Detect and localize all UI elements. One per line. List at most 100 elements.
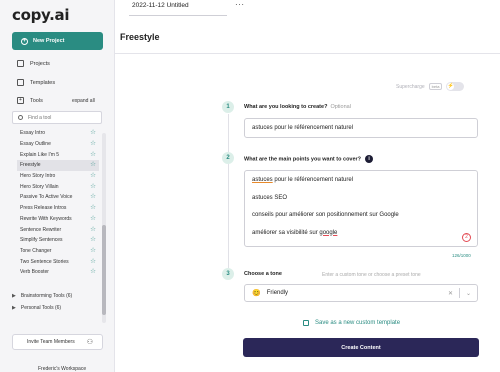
supercharge-toggle[interactable]: ⚡ xyxy=(446,82,465,91)
star-icon[interactable]: ☆ xyxy=(90,172,96,179)
star-icon[interactable]: ☆ xyxy=(90,226,96,233)
spellcheck-word: astuces xyxy=(252,177,273,183)
tool-item[interactable]: Explain Like I'm 5 ☆ xyxy=(17,149,99,160)
optional-label: Optional xyxy=(330,104,351,110)
template-icon xyxy=(303,320,309,326)
expand-all-link[interactable]: expand all xyxy=(72,98,95,104)
question-2-text: What are the main points you want to cov… xyxy=(244,156,362,163)
add-user-icon: ⚇ xyxy=(86,339,93,346)
tool-item-label: Press Release Intros xyxy=(20,205,67,212)
tool-item[interactable]: Simplify Sentences ☆ xyxy=(17,235,99,246)
character-counter: 126/1000 xyxy=(452,253,471,258)
star-icon[interactable]: ☆ xyxy=(90,194,96,201)
tool-item[interactable]: Hero Story Intro ☆ xyxy=(17,171,99,182)
star-icon[interactable]: ☆ xyxy=(90,151,96,158)
tool-item-label: Freestyle xyxy=(20,162,41,169)
tool-item[interactable]: Verb Booster ☆ xyxy=(17,267,99,278)
question-1-text: What are you looking to create? xyxy=(244,104,328,110)
question-2-textarea[interactable]: astuces pour le référencement naturel as… xyxy=(244,170,478,247)
caret-right-icon: ▶ xyxy=(12,305,16,311)
group-label: Personal Tools (6) xyxy=(20,305,62,311)
textarea-line: améliorer sa visibilité sur google xyxy=(252,230,470,248)
tool-item-label: Two Sentence Stories xyxy=(20,258,69,265)
star-icon[interactable]: ☆ xyxy=(90,183,96,190)
tool-item[interactable]: Two Sentence Stories ☆ xyxy=(17,256,99,267)
sidebar-item-projects[interactable]: Projects xyxy=(17,60,50,67)
document-title-input[interactable]: 2022-11-12 Untitled xyxy=(132,2,222,9)
find-tool-input[interactable] xyxy=(28,114,98,121)
tool-item[interactable]: Rewrite With Keywords ☆ xyxy=(17,214,99,225)
group-personal-tools[interactable]: ▶ Personal Tools (6) xyxy=(12,305,61,311)
grammar-error-badge[interactable]: 2 xyxy=(462,233,471,242)
line-text: astuces SEO xyxy=(252,194,288,201)
star-icon[interactable]: ☆ xyxy=(90,215,96,222)
app-logo[interactable]: copy.ai xyxy=(12,6,70,24)
templates-icon xyxy=(17,79,24,86)
beta-badge: beta xyxy=(428,83,443,90)
tool-list: Essay Intro ☆ Essay Outline ☆ Explain Like… xyxy=(17,128,99,278)
invite-team-members-button[interactable]: Invite Team Members ⚇ xyxy=(12,334,103,350)
star-icon[interactable]: ☆ xyxy=(90,140,96,147)
scrollbar-thumb[interactable] xyxy=(102,225,106,315)
tools-icon: + xyxy=(17,97,24,104)
tool-item-label: Essay Intro xyxy=(20,130,46,137)
tool-item[interactable]: Tone Changer ☆ xyxy=(17,246,99,257)
star-icon[interactable]: ☆ xyxy=(90,269,96,276)
step-connector xyxy=(228,114,229,152)
page-title: Freestyle xyxy=(120,32,160,42)
info-icon[interactable]: i xyxy=(365,155,374,163)
tool-item[interactable]: Sentence Rewriter ☆ xyxy=(17,224,99,235)
save-template-label: Save as a new custom template xyxy=(315,320,401,326)
workspace-switcher[interactable]: Frederic's Workspace xyxy=(38,366,86,372)
star-icon[interactable]: ☆ xyxy=(90,130,96,137)
tone-value: Friendly xyxy=(266,290,289,296)
find-tool-search[interactable] xyxy=(12,111,102,124)
supercharge-toggle-group: Supercharge beta ⚡ xyxy=(396,82,465,91)
create-content-button[interactable]: Create Content xyxy=(243,338,479,357)
group-label: Brainstorming Tools (6) xyxy=(20,293,73,299)
title-underline xyxy=(129,15,227,16)
step-3-badge: 3 xyxy=(222,268,234,280)
question-1-input[interactable]: astuces pour le référencement naturel xyxy=(244,118,478,138)
star-icon[interactable]: ☆ xyxy=(90,204,96,211)
tool-item-label: Hero Story Villain xyxy=(20,183,59,190)
question-3-label: Choose a tone xyxy=(244,271,282,277)
page-header: Freestyle xyxy=(115,26,500,54)
star-icon[interactable]: ☆ xyxy=(90,236,96,243)
tool-item[interactable]: Essay Intro ☆ xyxy=(17,128,99,139)
save-custom-template-link[interactable]: Save as a new custom template xyxy=(303,320,400,326)
sidebar-item-label: Tools xyxy=(30,97,43,104)
new-project-button[interactable]: + New Project xyxy=(12,32,103,50)
sidebar-item-tools[interactable]: + Tools xyxy=(17,97,43,104)
supercharge-label: Supercharge xyxy=(396,83,425,90)
chevron-down-icon[interactable]: ⌄ xyxy=(466,290,471,297)
projects-icon xyxy=(17,60,24,67)
textarea-line: conseils pour améliorer son positionneme… xyxy=(252,212,470,230)
tool-item-label: Explain Like I'm 5 xyxy=(20,151,60,158)
divider xyxy=(458,288,460,298)
tone-select[interactable]: 😊 Friendly ✕ ⌄ xyxy=(244,284,478,302)
more-options-icon[interactable]: ··· xyxy=(235,0,245,9)
tool-item-label: Verb Booster xyxy=(20,269,49,276)
question-1-label: What are you looking to create? Optional xyxy=(244,104,351,110)
invite-label: Invite Team Members xyxy=(27,339,75,345)
star-icon[interactable]: ☆ xyxy=(90,247,96,254)
star-icon[interactable]: ☆ xyxy=(90,258,96,265)
tool-item[interactable]: Press Release Intros ☆ xyxy=(17,203,99,214)
star-icon[interactable]: ☆ xyxy=(90,162,96,169)
clear-icon[interactable]: ✕ xyxy=(448,290,453,297)
tool-item-active[interactable]: Freestyle ☆ xyxy=(17,160,99,171)
plus-icon: + xyxy=(21,37,28,45)
tool-item-label: Passive To Active Voice xyxy=(20,194,73,201)
tool-item[interactable]: Hero Story Villain ☆ xyxy=(17,181,99,192)
sidebar-item-templates[interactable]: Templates xyxy=(17,79,55,86)
tool-item-label: Rewrite With Keywords xyxy=(20,215,72,222)
tool-item-label: Sentence Rewriter xyxy=(20,226,62,233)
tool-item[interactable]: Essay Outline ☆ xyxy=(17,139,99,150)
group-brainstorming-tools[interactable]: ▶ Brainstorming Tools (6) xyxy=(12,293,72,299)
caret-right-icon: ▶ xyxy=(12,293,16,299)
tool-list-scrollbar[interactable] xyxy=(102,133,106,323)
step-1-badge: 1 xyxy=(222,101,234,113)
tool-item[interactable]: Passive To Active Voice ☆ xyxy=(17,192,99,203)
lightning-icon: ⚡ xyxy=(447,83,455,90)
